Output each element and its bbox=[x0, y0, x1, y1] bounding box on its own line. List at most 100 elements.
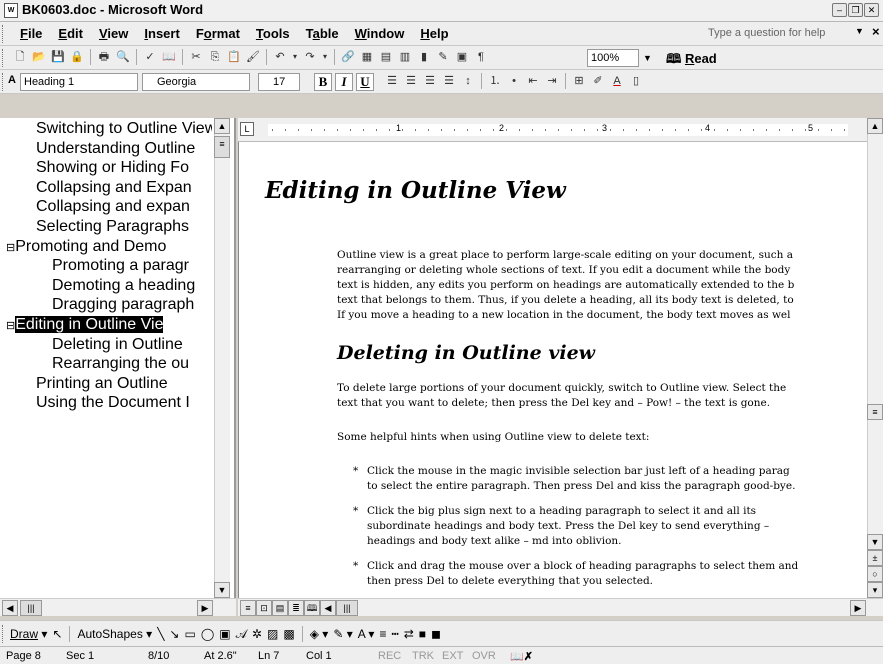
menu-help[interactable]: Help bbox=[412, 26, 456, 41]
autoshapes-menu[interactable]: AutoShapes ▾ bbox=[77, 627, 152, 641]
status-rec[interactable]: REC bbox=[378, 650, 401, 662]
document-map-item[interactable]: ⊟Editing in Outline Vie bbox=[6, 316, 212, 334]
document-page[interactable]: Editing in Outline View Deleting in Outl… bbox=[238, 142, 867, 598]
menu-insert[interactable]: Insert bbox=[136, 26, 187, 41]
insert-excel-icon[interactable]: ▥ bbox=[397, 49, 413, 65]
document-map-icon[interactable]: ▣ bbox=[454, 49, 470, 65]
zoom-dropdown-icon[interactable]: ▼ bbox=[643, 49, 655, 67]
textbox-icon[interactable]: ▣ bbox=[219, 627, 230, 641]
wordart-icon[interactable]: 𝒜 bbox=[236, 627, 247, 642]
document-hscrollbar[interactable]: ≡ ⊡ ▤ ≣ 🕮 ◀ ||| ▶ bbox=[238, 598, 883, 616]
align-left-icon[interactable]: ☰ bbox=[384, 73, 400, 89]
status-trk[interactable]: TRK bbox=[412, 650, 434, 662]
clipart-icon[interactable]: ▨ bbox=[267, 627, 278, 641]
document-map-item[interactable]: Deleting in Outline bbox=[52, 336, 212, 354]
document-map-item[interactable]: Printing an Outline bbox=[36, 375, 212, 393]
document-map-item[interactable]: Using the Document I bbox=[36, 394, 212, 412]
minimize-button[interactable]: – bbox=[832, 3, 847, 17]
undo-dropdown-icon[interactable]: ▾ bbox=[291, 49, 299, 65]
underline-button[interactable]: U bbox=[356, 73, 374, 91]
scroll-left-icon[interactable]: ◀ bbox=[2, 600, 18, 616]
font-color-icon[interactable]: A bbox=[609, 73, 625, 89]
menu-view[interactable]: View bbox=[91, 26, 136, 41]
research-icon[interactable]: 📖 bbox=[161, 49, 177, 65]
print-icon[interactable]: 🖶 bbox=[96, 49, 112, 65]
menu-window[interactable]: Window bbox=[347, 26, 413, 41]
oval-icon[interactable]: ◯ bbox=[201, 627, 214, 641]
document-map-item[interactable]: ⊟Promoting and Demo bbox=[6, 238, 212, 256]
bullets-icon[interactable]: • bbox=[506, 73, 522, 89]
read-button[interactable]: 🕮 Read bbox=[666, 50, 717, 72]
document-map-item[interactable]: Collapsing and expan bbox=[36, 198, 212, 216]
align-right-icon[interactable]: ☰ bbox=[422, 73, 438, 89]
scroll-up-icon[interactable]: ▲ bbox=[867, 118, 883, 134]
line-color-icon[interactable]: ✎ ▾ bbox=[333, 627, 352, 641]
align-center-icon[interactable]: ☰ bbox=[403, 73, 419, 89]
diagram-icon[interactable]: ✲ bbox=[252, 627, 262, 641]
drawing-icon[interactable]: ✎ bbox=[435, 49, 451, 65]
permission-icon[interactable]: 🔒 bbox=[69, 49, 85, 65]
scroll-thumb[interactable]: ≡ bbox=[214, 136, 230, 158]
document-map-scrollbar[interactable]: ▲ ≡ ▼ bbox=[214, 118, 230, 598]
cut-icon[interactable]: ✂ bbox=[188, 49, 204, 65]
decrease-indent-icon[interactable]: ⇤ bbox=[525, 73, 541, 89]
spelling-status-icon[interactable]: 📖✗ bbox=[510, 650, 533, 663]
font-color-icon[interactable]: A ▾ bbox=[358, 627, 375, 641]
document-map-hscrollbar[interactable]: ◀ ||| ▶ bbox=[0, 598, 236, 616]
print-layout-icon[interactable]: ▤ bbox=[272, 600, 288, 616]
normal-view-icon[interactable]: ≡ bbox=[240, 600, 256, 616]
menu-format[interactable]: Format bbox=[188, 26, 248, 41]
next-page-icon[interactable]: ▾ bbox=[867, 582, 883, 598]
draw-menu[interactable]: Draw ▾ bbox=[10, 627, 47, 641]
collapse-icon[interactable]: ⊟ bbox=[6, 242, 15, 254]
justify-icon[interactable]: ☰ bbox=[441, 73, 457, 89]
horizontal-ruler[interactable]: L 1 2 3 4 5 bbox=[238, 118, 883, 142]
undo-icon[interactable]: ↶ bbox=[272, 49, 288, 65]
dash-style-icon[interactable]: ┅ bbox=[391, 627, 398, 641]
close-document-icon[interactable]: × bbox=[872, 24, 880, 39]
redo-icon[interactable]: ↷ bbox=[302, 49, 318, 65]
document-map-item[interactable]: Rearranging the ou bbox=[52, 355, 212, 373]
toolbar-grip[interactable] bbox=[2, 25, 5, 43]
help-dropdown-icon[interactable]: ▼ bbox=[855, 26, 864, 36]
outline-view-icon[interactable]: ≣ bbox=[288, 600, 304, 616]
format-painter-icon[interactable]: 🖌 bbox=[245, 49, 261, 65]
line-spacing-icon[interactable]: ↕ bbox=[460, 73, 476, 89]
highlight-icon[interactable]: ✐ bbox=[590, 73, 606, 89]
save-icon[interactable]: 💾 bbox=[50, 49, 66, 65]
rectangle-icon[interactable]: ▭ bbox=[184, 627, 195, 641]
document-map-item[interactable]: Switching to Outline View bbox=[36, 120, 212, 138]
document-vscrollbar[interactable]: ▲ ≡ ▼ ± ○ ▾ bbox=[867, 118, 883, 598]
document-map-item[interactable]: Understanding Outline bbox=[36, 140, 212, 158]
style-select[interactable]: Heading 1 bbox=[20, 73, 138, 91]
3d-icon[interactable]: ◼ bbox=[431, 627, 441, 641]
restore-button[interactable]: ❐ bbox=[848, 3, 863, 17]
zoom-select[interactable]: 100% bbox=[587, 49, 639, 67]
document-map-item[interactable]: Demoting a heading bbox=[52, 277, 212, 295]
redo-dropdown-icon[interactable]: ▾ bbox=[321, 49, 329, 65]
new-document-icon[interactable]: 🗋 bbox=[12, 49, 28, 65]
tab-selector-icon[interactable]: L bbox=[240, 122, 254, 136]
collapse-icon[interactable]: ⊟ bbox=[6, 320, 15, 332]
arrow-icon[interactable]: ↘ bbox=[169, 627, 179, 641]
document-map-item[interactable]: Showing or Hiding Fo bbox=[36, 159, 212, 177]
increase-indent-icon[interactable]: ⇥ bbox=[544, 73, 560, 89]
shadow-icon[interactable]: ■ bbox=[419, 627, 426, 641]
hscroll-thumb[interactable]: ||| bbox=[20, 600, 42, 616]
select-browse-object-icon[interactable]: ○ bbox=[867, 566, 883, 582]
reading-layout-icon[interactable]: 🕮 bbox=[304, 600, 320, 616]
scroll-right-icon[interactable]: ▶ bbox=[850, 600, 866, 616]
show-hide-icon[interactable]: ¶ bbox=[473, 49, 489, 65]
border-icon[interactable]: ⊞ bbox=[571, 73, 587, 89]
copy-icon[interactable]: ⎘ bbox=[207, 49, 223, 65]
insert-table-icon[interactable]: ▤ bbox=[378, 49, 394, 65]
scroll-left-icon[interactable]: ◀ bbox=[320, 600, 336, 616]
toolbar-grip[interactable] bbox=[2, 73, 5, 91]
help-search-input[interactable]: Type a question for help bbox=[708, 25, 868, 43]
line-style-icon[interactable]: ≡ bbox=[379, 627, 386, 641]
numbering-icon[interactable]: ⒈ bbox=[487, 73, 503, 89]
scroll-up-icon[interactable]: ▲ bbox=[214, 118, 230, 134]
font-select[interactable]: Georgia bbox=[142, 73, 250, 91]
status-ovr[interactable]: OVR bbox=[472, 650, 496, 662]
hscroll-thumb[interactable]: ||| bbox=[336, 600, 358, 616]
